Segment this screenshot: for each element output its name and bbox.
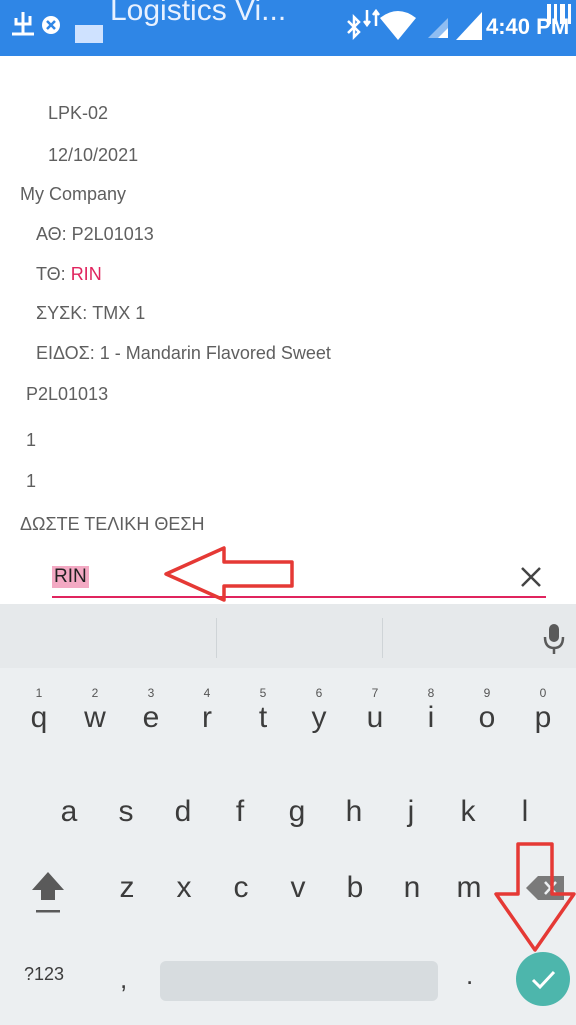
ath-row: ΑΘ: P2L01013	[36, 224, 154, 245]
key-hint: 7	[371, 686, 379, 700]
sysk-label: ΣΥΣΚ:	[36, 303, 88, 323]
key-i[interactable]: 8i	[408, 686, 454, 748]
comma-key[interactable]: ,	[120, 964, 127, 995]
key-label: r	[202, 701, 212, 734]
prompt-label: ΔΩΣΤΕ ΤΕΛΙΚΗ ΘΕΣΗ	[20, 514, 205, 534]
ath-label: ΑΘ:	[36, 224, 67, 244]
key-c[interactable]: c	[218, 858, 264, 918]
key-label: y	[311, 701, 327, 734]
shift-icon[interactable]	[26, 866, 70, 916]
key-m[interactable]: m	[446, 858, 492, 918]
suggestion-bar	[0, 604, 576, 668]
quantity-2: 1	[26, 471, 37, 491]
key-hint: 5	[259, 686, 267, 700]
key-label: p	[534, 701, 552, 734]
key-hint: 9	[483, 686, 491, 700]
key-r[interactable]: 4r	[184, 686, 230, 748]
signal-icon	[428, 18, 448, 38]
check-icon	[531, 970, 556, 990]
location-code: P2L01013	[26, 384, 109, 404]
key-y[interactable]: 6y	[296, 686, 342, 748]
key-v[interactable]: v	[275, 858, 321, 918]
final-location-input[interactable]: RIN	[52, 560, 546, 600]
input-value[interactable]: RIN	[52, 566, 89, 588]
key-hint: 2	[91, 686, 99, 700]
signal-strength-icon	[456, 12, 482, 40]
key-hint: 6	[315, 686, 323, 700]
eidos-label: ΕΙΔΟΣ:	[36, 343, 95, 363]
key-label: w	[84, 701, 106, 734]
key-label: e	[142, 701, 160, 734]
key-f[interactable]: f	[217, 782, 263, 842]
document-code: LPK-02	[48, 103, 109, 123]
notification-icon	[42, 16, 60, 34]
document-date: 12/10/2021	[48, 145, 139, 165]
key-w[interactable]: 2w	[72, 686, 118, 748]
key-b[interactable]: b	[332, 858, 378, 918]
key-a[interactable]: a	[46, 782, 92, 842]
symbols-key[interactable]: ?123	[24, 964, 64, 985]
company-name: My Company	[20, 184, 127, 204]
key-n[interactable]: n	[389, 858, 435, 918]
app-title: Logistics Vi...	[110, 0, 287, 27]
key-l[interactable]: l	[502, 782, 548, 842]
key-label: t	[258, 701, 268, 734]
key-d[interactable]: d	[160, 782, 206, 842]
sysk-row: ΣΥΣΚ: TMX 1	[36, 303, 145, 324]
space-bar[interactable]	[160, 961, 438, 1001]
key-k[interactable]: k	[445, 782, 491, 842]
soft-keyboard: 1q2w3e4r5t6y7u8i9o0p asdfghjkl zxcvbnm ?…	[0, 604, 576, 1025]
annotation-arrow-down-icon	[494, 842, 576, 952]
bluetooth-icon	[347, 14, 361, 40]
sysk-value: TMX 1	[92, 303, 146, 323]
key-j[interactable]: j	[388, 782, 434, 842]
tth-row: ΤΘ: RIN	[36, 264, 102, 285]
status-bar: Logistics Vi... 4:40 PM	[0, 0, 576, 56]
quantity-1: 1	[26, 430, 37, 450]
key-label: u	[366, 701, 384, 734]
key-u[interactable]: 7u	[352, 686, 398, 748]
tth-label: ΤΘ:	[36, 264, 66, 284]
suggestion-divider	[216, 618, 217, 658]
key-label: o	[478, 701, 496, 734]
annotation-arrow-left-icon	[164, 546, 294, 602]
period-key[interactable]: .	[466, 960, 473, 991]
key-z[interactable]: z	[104, 858, 150, 918]
tth-value: RIN	[70, 264, 102, 284]
close-icon[interactable]	[516, 562, 546, 592]
key-s[interactable]: s	[103, 782, 149, 842]
eidos-row: ΕΙΔΟΣ: 1 - Mandarin Flavored Sweet	[36, 343, 331, 364]
battery-icon	[547, 4, 571, 24]
key-p[interactable]: 0p	[520, 686, 566, 748]
key-hint: 0	[539, 686, 547, 700]
suggestion-divider	[382, 618, 383, 658]
key-t[interactable]: 5t	[240, 686, 286, 748]
mail-icon	[75, 25, 103, 43]
key-e[interactable]: 3e	[128, 686, 174, 748]
key-hint: 4	[203, 686, 211, 700]
key-o[interactable]: 9o	[464, 686, 510, 748]
wifi-icon	[380, 11, 416, 40]
eidos-value: 1 - Mandarin Flavored Sweet	[99, 343, 331, 363]
key-hint: 3	[147, 686, 155, 700]
key-g[interactable]: g	[274, 782, 320, 842]
key-hint: 1	[35, 686, 43, 700]
key-hint: 8	[427, 686, 435, 700]
input-underline	[52, 596, 546, 598]
enter-key[interactable]	[516, 952, 570, 1006]
key-x[interactable]: x	[161, 858, 207, 918]
key-label: q	[30, 701, 48, 734]
key-label: i	[427, 701, 435, 734]
microphone-icon[interactable]	[542, 622, 566, 656]
key-h[interactable]: h	[331, 782, 377, 842]
ath-value: P2L01013	[71, 224, 154, 244]
key-q[interactable]: 1q	[16, 686, 62, 748]
usb-icon	[12, 12, 34, 36]
